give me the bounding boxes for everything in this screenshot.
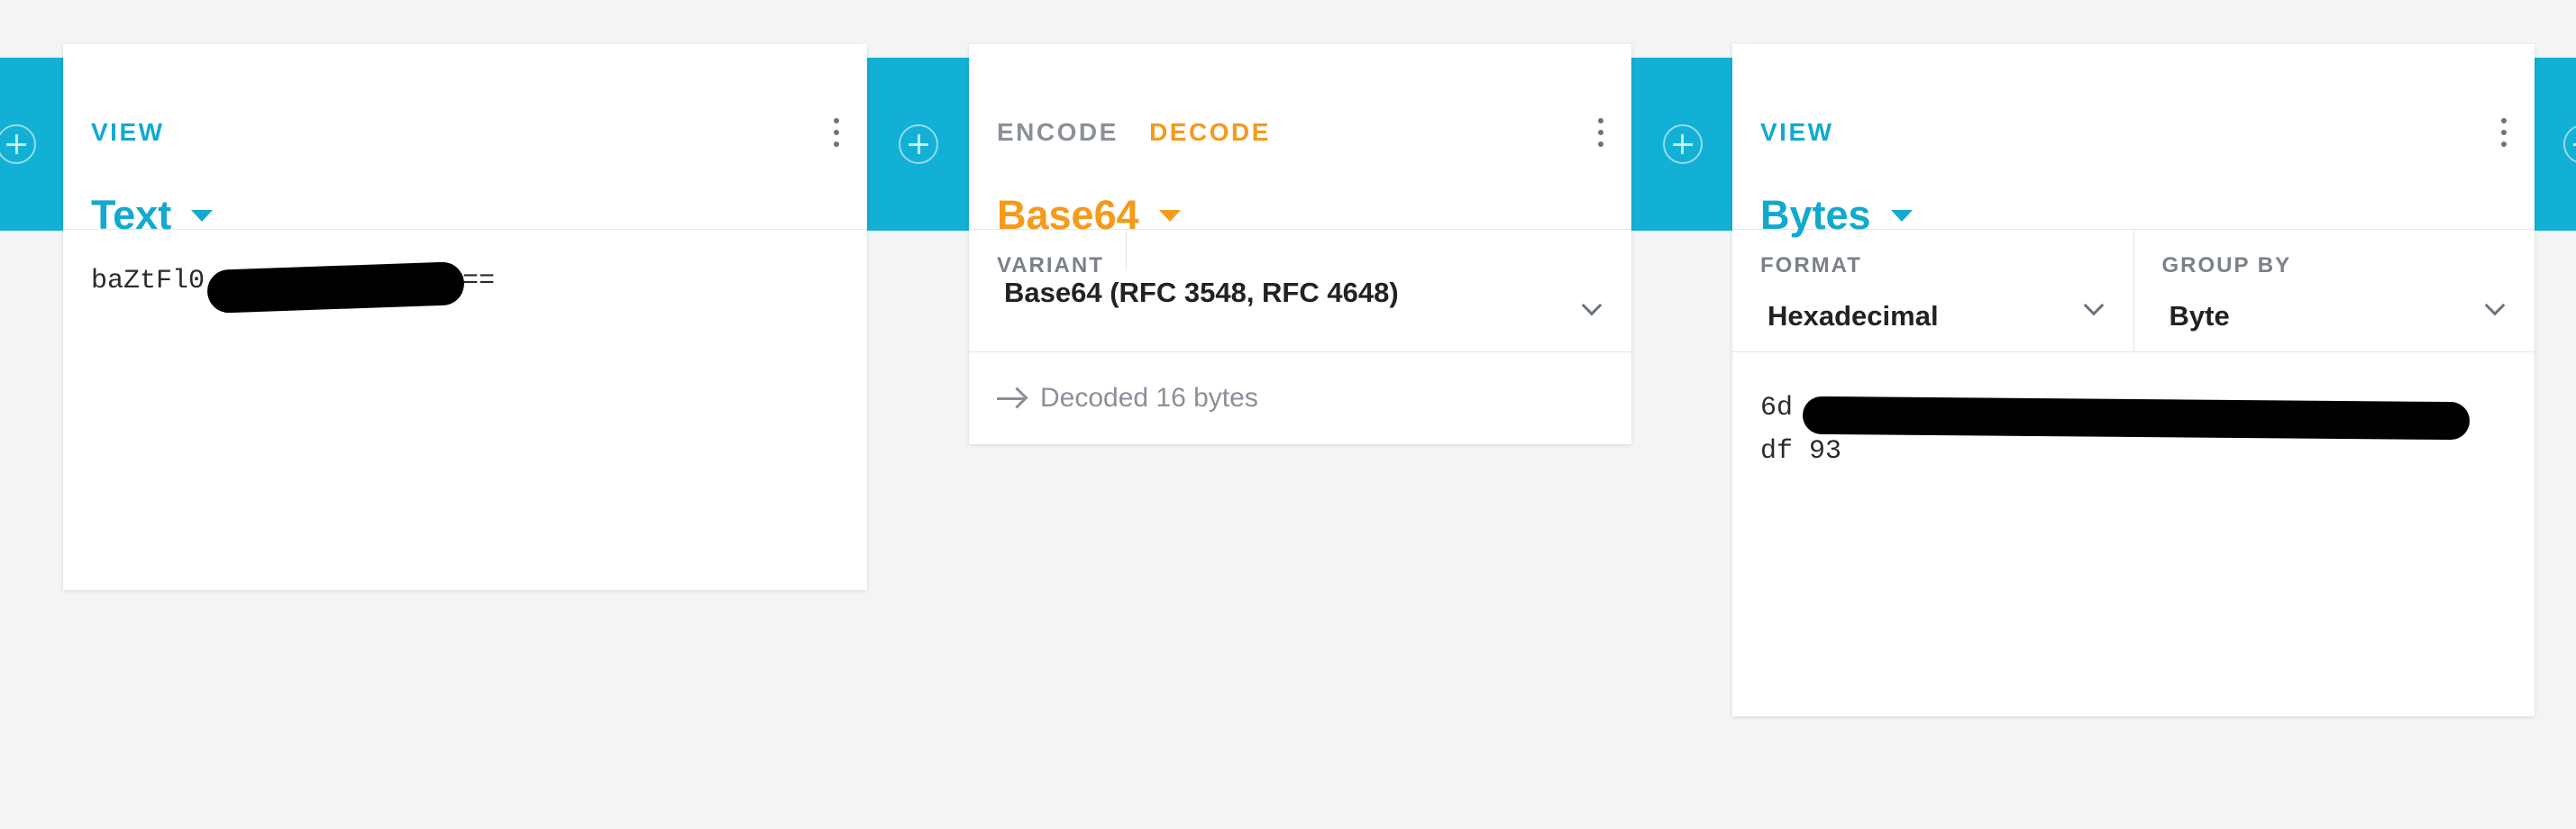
- redaction-mark: [206, 261, 465, 314]
- group-by-select[interactable]: GROUP BY Byte: [2133, 230, 2535, 351]
- pipeline-band-2: [1631, 58, 1733, 231]
- card-header: ENCODE DECODE Base64: [969, 44, 1631, 238]
- format-select[interactable]: FORMAT Hexadecimal: [1732, 230, 2133, 351]
- text-content-area[interactable]: baZtFl0zfkw==: [63, 230, 867, 333]
- bytes-view-card: VIEW Bytes FORMAT Hexadecimal GROUP BY B…: [1732, 44, 2535, 716]
- bytes-content-area[interactable]: 6d df 93: [1732, 352, 2535, 507]
- add-circle-icon[interactable]: [0, 124, 36, 164]
- text-view-card: VIEW Text baZtFl0zfkw==: [63, 44, 867, 590]
- status-bar: Decoded 16 bytes: [969, 352, 1631, 444]
- group-by-value: Byte: [2169, 300, 2230, 332]
- arrow-right-icon: [997, 389, 1028, 407]
- caret-down-icon: [1158, 209, 1181, 222]
- add-circle-icon[interactable]: [899, 124, 938, 164]
- tab-decode[interactable]: DECODE: [1149, 118, 1271, 146]
- variant-label: VARIANT: [997, 230, 1127, 278]
- card-tabs: ENCODE DECODE: [997, 118, 1293, 147]
- redaction-mark: [1802, 396, 2471, 441]
- card-header: VIEW Bytes: [1732, 44, 2535, 238]
- group-by-label: GROUP BY: [2161, 253, 2292, 278]
- tab-view[interactable]: VIEW: [91, 118, 165, 146]
- card-tabs: VIEW: [91, 118, 187, 147]
- pipeline-band-right: [2535, 58, 2576, 231]
- pipeline-band-left: [0, 58, 63, 231]
- base64-card: ENCODE DECODE Base64 VARIANT Base64 (RFC…: [969, 44, 1631, 444]
- card-header: VIEW Text: [63, 44, 867, 238]
- text-content[interactable]: baZtFl0zfkw==: [91, 266, 839, 296]
- variant-select[interactable]: VARIANT Base64 (RFC 3548, RFC 4648): [969, 230, 1631, 351]
- variant-value: Base64 (RFC 3548, RFC 4648): [1004, 277, 1399, 308]
- add-circle-icon[interactable]: [1662, 124, 1703, 164]
- kebab-menu-icon[interactable]: [1597, 118, 1604, 149]
- options-row: VARIANT Base64 (RFC 3548, RFC 4648): [969, 230, 1631, 352]
- format-value: Hexadecimal: [1768, 300, 1939, 332]
- tab-view[interactable]: VIEW: [1760, 118, 1834, 146]
- status-message: Decoded 16 bytes: [1040, 383, 1258, 413]
- tab-encode[interactable]: ENCODE: [997, 118, 1119, 146]
- kebab-menu-icon[interactable]: [2500, 118, 2507, 149]
- kebab-menu-icon[interactable]: [833, 118, 840, 149]
- caret-down-icon: [191, 209, 214, 222]
- add-circle-icon[interactable]: [2563, 124, 2576, 164]
- caret-down-icon: [1890, 209, 1913, 222]
- pipeline-band-1: [867, 58, 970, 231]
- format-label: FORMAT: [1760, 253, 1862, 278]
- options-row: FORMAT Hexadecimal GROUP BY Byte: [1732, 230, 2535, 352]
- card-tabs: VIEW: [1760, 118, 1856, 147]
